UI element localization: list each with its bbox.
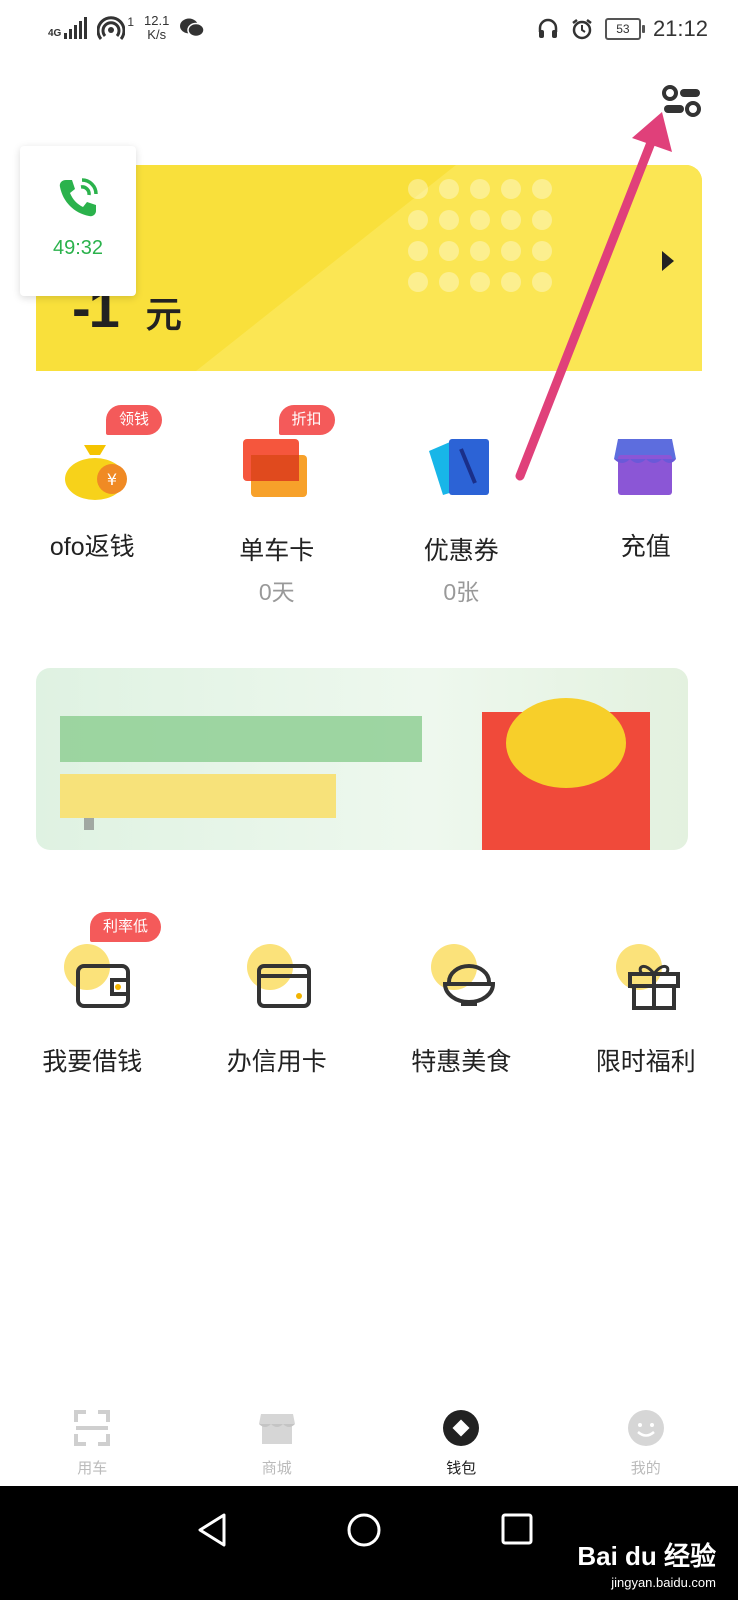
service-limited-benefits[interactable]: 限时福利 [554, 912, 738, 1078]
alarm-icon [572, 19, 592, 40]
service-label: 限时福利 [595, 1048, 696, 1076]
service-label: 我要借钱 [42, 1048, 143, 1076]
service-food-deals[interactable]: 特惠美食 [369, 912, 554, 1078]
tag-badge: 利率低 [90, 912, 162, 942]
call-floating-window[interactable]: 49:32 [20, 146, 136, 296]
home-icon[interactable] [346, 1512, 382, 1548]
tag-badge: 折扣 [278, 405, 335, 435]
coupon-icon [429, 439, 489, 495]
system-navigation-bar: Bai du 经验 jingyan.baidu.com [0, 1486, 738, 1600]
clock: 21:12 [652, 16, 708, 41]
signal-icon [64, 17, 88, 39]
finance-services: 利率低 我要借钱 办信用卡 特惠美食 限时福利 [0, 912, 738, 1078]
profile-face-icon [627, 1410, 664, 1446]
quick-item-bike-card[interactable]: 折扣 单车卡 0天 [185, 405, 370, 607]
promo-banner[interactable] [36, 668, 688, 850]
shop-recharge-icon [613, 439, 676, 495]
hotspot-count: 1 [127, 15, 135, 29]
network-speed: 12.1 K/s [144, 13, 170, 42]
service-label: 办信用卡 [226, 1048, 327, 1076]
tab-label: 钱包 [446, 1460, 477, 1477]
quick-item-label: 优惠券 [423, 537, 499, 565]
call-duration: 49:32 [52, 237, 104, 259]
bike-card-icon [242, 439, 307, 497]
scan-icon [74, 1410, 111, 1446]
recents-icon[interactable] [500, 1512, 534, 1546]
bottom-tab-bar: 用车 商城 钱包 我的 [0, 1400, 738, 1484]
quick-item-label: ofo返钱 [49, 533, 135, 561]
store-icon [258, 1414, 295, 1444]
wallet-icon [76, 964, 130, 1008]
money-bag-icon: ¥ [65, 445, 127, 500]
tab-label: 商城 [261, 1460, 292, 1477]
banner-blurred-title [60, 716, 422, 762]
battery-icon: 53 [604, 18, 645, 40]
card-arrow-icon[interactable] [662, 251, 674, 271]
tag-badge: 领钱 [106, 405, 163, 435]
svg-text:¥: ¥ [107, 470, 117, 489]
banner-blurred-subtitle [60, 774, 336, 818]
banner-gold-coin [506, 698, 626, 788]
wallet-quick-actions: 领钱 ¥ ofo返钱 折扣 单车卡 0天 优惠券 0张 充值 [0, 405, 738, 607]
tab-store[interactable]: 商城 [185, 1400, 370, 1484]
tab-ride[interactable]: 用车 [0, 1400, 185, 1484]
tab-wallet[interactable]: 钱包 [369, 1400, 554, 1484]
headset-icon [538, 18, 558, 38]
quick-item-recharge[interactable]: 充值 [554, 405, 738, 607]
network-type: 4G [48, 28, 62, 39]
status-bar: 4G 1 12.1 K/s 53 21:12 [0, 0, 738, 62]
dot-pattern [408, 179, 552, 292]
wallet-tab-icon [443, 1410, 480, 1446]
tab-mine[interactable]: 我的 [554, 1400, 738, 1484]
back-icon[interactable] [196, 1512, 228, 1548]
quick-item-ofo-cashback[interactable]: 领钱 ¥ ofo返钱 [0, 405, 185, 607]
settings-toggle-icon[interactable] [662, 84, 702, 118]
credit-card-icon [256, 964, 311, 1008]
wechat-icon [180, 18, 206, 38]
quick-item-label: 单车卡 [239, 537, 315, 565]
quick-item-coupon[interactable]: 优惠券 0张 [369, 405, 554, 607]
quick-item-sub: 0天 [258, 579, 295, 605]
rice-bowl-icon [442, 964, 496, 1006]
quick-item-label: 充值 [620, 533, 671, 561]
gift-icon [627, 965, 680, 1010]
service-label: 特惠美食 [411, 1048, 512, 1076]
service-credit-card[interactable]: 办信用卡 [185, 912, 370, 1078]
service-borrow-money[interactable]: 利率低 我要借钱 [0, 912, 185, 1078]
banner-blurred-mark [84, 818, 94, 830]
baidu-jingyan-watermark: Bai du 经验 jingyan.baidu.com [577, 1541, 716, 1590]
hotspot-icon [97, 16, 126, 40]
phone-call-icon [59, 178, 98, 217]
tab-label: 我的 [630, 1460, 661, 1477]
quick-item-sub: 0张 [443, 579, 480, 605]
tab-label: 用车 [77, 1460, 108, 1477]
